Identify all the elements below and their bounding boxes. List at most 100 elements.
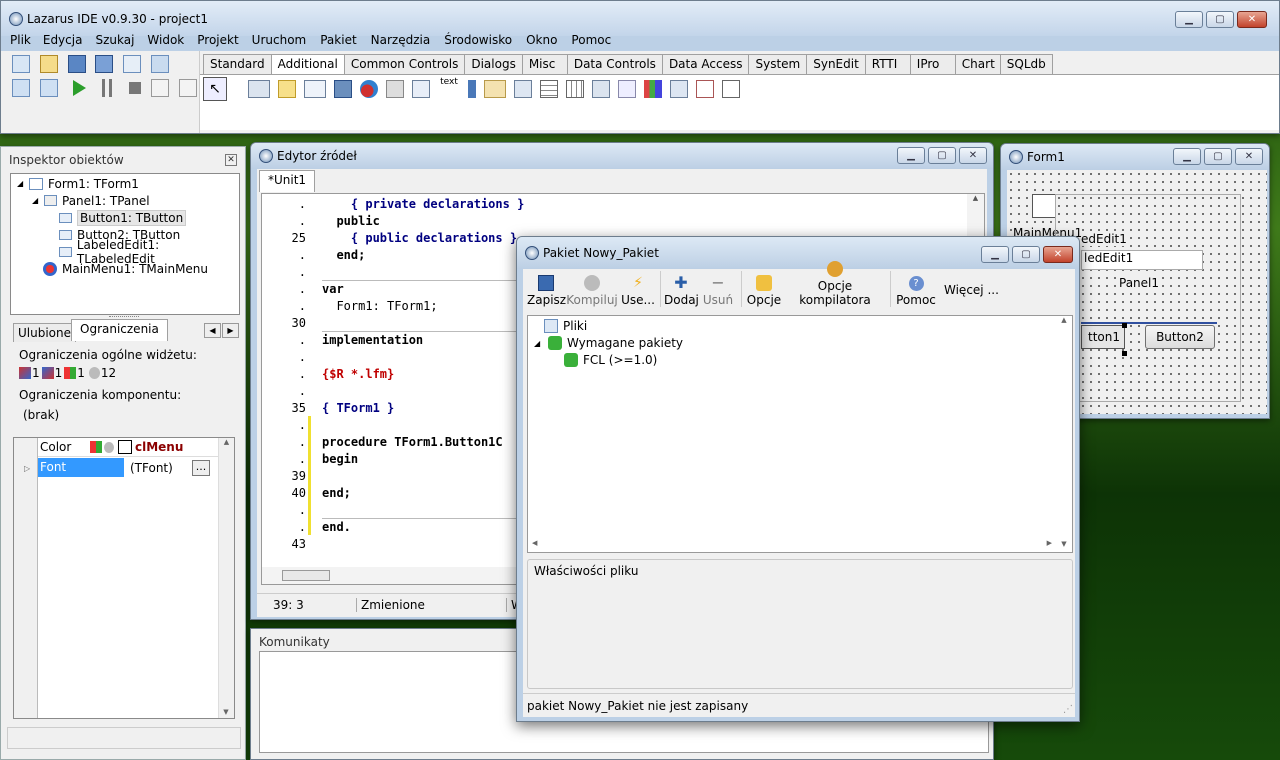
bitbtn-icon[interactable] — [248, 80, 270, 98]
stop-icon[interactable] — [129, 82, 142, 94]
step-into-icon[interactable] — [151, 79, 170, 97]
calendar-tool-icon[interactable] — [696, 80, 714, 98]
open-icon[interactable] — [39, 55, 58, 73]
menu-okno[interactable]: Okno — [526, 33, 557, 47]
tab-ograniczenia[interactable]: Ograniczenia — [71, 319, 168, 341]
splitter-icon[interactable] — [468, 80, 476, 98]
tab-system[interactable]: System — [748, 54, 808, 74]
valuelisteditor-icon[interactable] — [722, 80, 740, 98]
tab-dialogs[interactable]: Dialogs — [464, 54, 523, 74]
minimize-button[interactable]: ▁ — [1175, 11, 1203, 28]
step-over-icon[interactable] — [178, 79, 197, 97]
tabs-scroll-right-button[interactable]: ▶ — [222, 323, 239, 338]
editor-minimize-button[interactable]: ▁ — [897, 147, 925, 164]
tabs-scroll-left-button[interactable]: ◀ — [204, 323, 221, 338]
tree-node-form1[interactable]: ◢ Form1: TForm1 — [11, 175, 239, 192]
save-package-button[interactable]: Zapisz — [527, 275, 566, 307]
form1-minimize-button[interactable]: ▁ — [1173, 148, 1201, 165]
maximize-button[interactable]: ▢ — [1206, 11, 1234, 28]
more-button[interactable]: Więcej ... — [944, 283, 999, 297]
tab-additional[interactable]: Additional — [270, 54, 345, 76]
tab-synedit[interactable]: SynEdit — [806, 54, 866, 74]
color-value[interactable]: clMenu — [135, 440, 183, 454]
package-minimize-button[interactable]: ▁ — [981, 246, 1009, 263]
pause-icon[interactable] — [102, 79, 113, 97]
font-editor-button[interactable]: ... — [192, 459, 210, 476]
package-maximize-button[interactable]: ▢ — [1012, 246, 1040, 263]
pointer-tool-icon[interactable]: ↖ — [203, 77, 227, 101]
tree-node-fcl[interactable]: FCL (>=1.0) — [564, 353, 657, 367]
view-units-icon[interactable] — [12, 79, 30, 97]
save-all-icon[interactable] — [95, 55, 114, 73]
view-forms-icon[interactable] — [39, 79, 58, 97]
add-button[interactable]: ✚ Dodaj — [664, 275, 699, 308]
close-button[interactable]: ✕ — [1237, 11, 1267, 28]
mainmenu-component-icon[interactable] — [1032, 194, 1056, 218]
help-button[interactable]: ? Pomoc — [894, 276, 938, 307]
tab-standard[interactable]: Standard — [203, 54, 272, 74]
tab-data-access[interactable]: Data Access — [661, 54, 750, 74]
resize-grip-icon[interactable]: ⋰ — [1063, 704, 1073, 715]
tab-common-controls[interactable]: Common Controls — [343, 54, 466, 74]
speedbutton-icon[interactable] — [278, 80, 296, 98]
form1-maximize-button[interactable]: ▢ — [1204, 148, 1232, 165]
menu-edycja[interactable]: Edycja — [43, 33, 83, 47]
form-icon[interactable] — [123, 55, 142, 73]
menu-projekt[interactable]: Projekt — [197, 33, 238, 47]
tab-chart[interactable]: Chart — [954, 54, 1001, 74]
tree-hscrollbar[interactable]: ◀ ▶ — [528, 536, 1056, 552]
stringgrid-icon[interactable] — [540, 80, 558, 98]
labelededit-field[interactable]: ledEdit1 — [1081, 250, 1203, 270]
trackbar-tool-icon[interactable] — [670, 80, 688, 98]
compile-package-button[interactable]: Kompiluj — [565, 275, 619, 307]
tree-node-button1[interactable]: Button1: TButton — [11, 209, 239, 226]
editor-close-button[interactable]: ✕ — [959, 147, 987, 164]
paintbox-icon[interactable] — [412, 80, 430, 98]
bevel-icon[interactable] — [386, 80, 404, 98]
tree-node-files[interactable]: Pliki — [544, 319, 587, 333]
run-icon[interactable] — [72, 80, 86, 96]
tab-data-controls[interactable]: Data Controls — [566, 54, 663, 74]
design-button1[interactable]: tton1 — [1081, 325, 1125, 349]
tab-misc[interactable]: Misc — [521, 54, 568, 74]
tab-ipro[interactable]: IPro — [909, 54, 956, 74]
tree-vscrollbar[interactable]: ▲ ▼ — [1056, 316, 1072, 552]
menu-narzedzia[interactable]: Narzędzia — [371, 33, 431, 47]
menu-pomoc[interactable]: Pomoc — [571, 33, 611, 47]
form1-close-button[interactable]: ✕ — [1235, 148, 1263, 165]
statictext-icon[interactable] — [304, 80, 326, 98]
applicationproperties-icon[interactable] — [514, 80, 532, 98]
tree-node-required[interactable]: ◢ Wymagane pakiety — [534, 336, 683, 350]
menu-szukaj[interactable]: Szukaj — [95, 33, 134, 47]
use-package-button[interactable]: ⚡ Use... — [619, 275, 657, 307]
inspector-close-icon[interactable]: ✕ — [225, 154, 237, 166]
image-icon[interactable] — [334, 80, 352, 98]
tree-node-labelededit1[interactable]: LabeledEdit1: TLabeledEdit — [11, 238, 239, 266]
checklistbox-icon[interactable]: text — [438, 78, 460, 100]
options-button[interactable]: Opcje — [745, 275, 783, 307]
pairsplitter-icon[interactable] — [592, 80, 610, 98]
new-unit-icon[interactable] — [12, 55, 30, 73]
remove-button[interactable]: − Usuń — [698, 275, 738, 308]
grid-row-color[interactable]: Color clMenu — [38, 438, 218, 457]
tree-node-mainmenu1[interactable]: MainMenu1: TMainMenu — [11, 260, 239, 277]
menu-pakiet[interactable]: Pakiet — [320, 33, 356, 47]
menu-srodowisko[interactable]: Środowisko — [444, 33, 512, 47]
tab-rtti[interactable]: RTTI — [864, 54, 911, 74]
drawgrid-icon[interactable] — [566, 80, 584, 98]
grid-row-font[interactable]: Font (TFont) ... — [38, 458, 218, 477]
tab-unit1[interactable]: *Unit1 — [259, 170, 316, 192]
design-panel1[interactable] — [1055, 194, 1241, 402]
tab-sqldb[interactable]: SQLdb — [999, 54, 1053, 74]
menu-uruchom[interactable]: Uruchom — [252, 33, 307, 47]
package-tree[interactable]: Pliki ◢ Wymagane pakiety FCL (>=1.0) ▲ ▼ ◀… — [527, 315, 1073, 553]
shape-icon[interactable] — [360, 80, 378, 98]
compiler-options-button[interactable]: Opcje kompilatora — [783, 261, 887, 307]
design-button2[interactable]: Button2 — [1145, 325, 1215, 349]
menu-widok[interactable]: Widok — [147, 33, 184, 47]
chart-tool-icon[interactable] — [644, 80, 662, 98]
menu-plik[interactable]: Plik — [10, 33, 31, 47]
tree-node-panel1[interactable]: ◢ Panel1: TPanel — [11, 192, 239, 209]
package-close-button[interactable]: ✕ — [1043, 246, 1073, 263]
save-icon[interactable] — [67, 55, 86, 73]
